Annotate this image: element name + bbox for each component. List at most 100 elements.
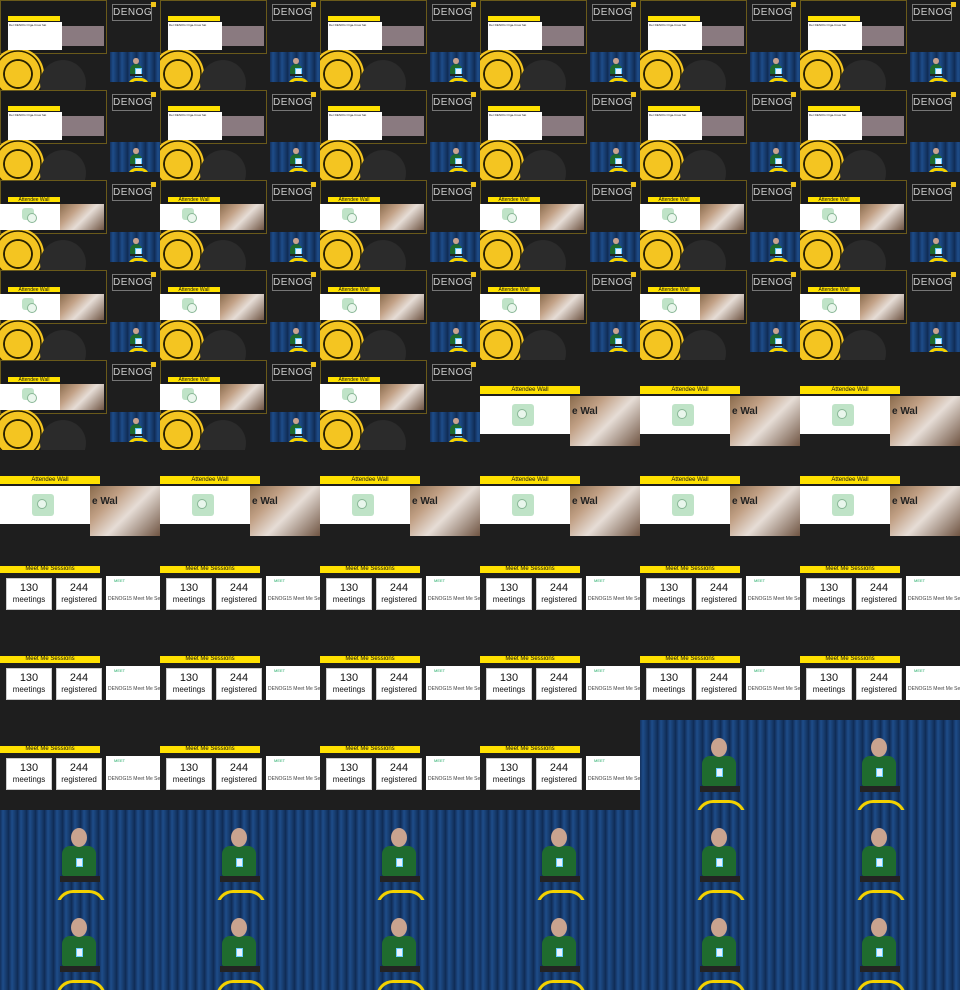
agenda-photo — [222, 26, 264, 46]
logo-badge — [151, 272, 156, 277]
agenda-title-bar — [488, 106, 540, 111]
thumbnail-attendee_split: DENOG Attendee Wall — [0, 270, 160, 360]
logo-badge — [151, 92, 156, 97]
agenda-text-card: Der DENOG Orga-Crew hat — [648, 112, 702, 140]
instax-camera — [352, 494, 374, 516]
attendee-wall-text: e Wal — [732, 406, 758, 417]
thumbnail-speaker — [0, 900, 160, 990]
meet-caption: DENOG15 Meet Me Sess — [588, 776, 640, 782]
agenda-title-bar — [8, 16, 60, 21]
attendee-wall-text: e Wal — [412, 496, 438, 507]
lectern — [289, 433, 303, 436]
speaker-video — [110, 412, 160, 442]
meet-screenshot: MEET DENOG15 Meet Me Sess — [426, 666, 480, 700]
meetings-count: 130 — [659, 582, 679, 594]
thumbnail-attendee_full: Attendee Wall e Wal — [320, 450, 480, 540]
hexball-graphic — [800, 228, 844, 270]
logo-badge — [631, 272, 636, 277]
registered-label: registered — [221, 685, 257, 694]
meet-screenshot: MEET DENOG15 Meet Me Sess — [106, 666, 160, 700]
instax-camera — [502, 298, 517, 313]
attendee-title-bar: Attendee Wall — [800, 476, 900, 484]
lectern — [129, 253, 143, 256]
logo-badge — [311, 362, 316, 367]
denog-logo: DENOG — [272, 184, 312, 201]
hexball-graphic — [320, 138, 364, 180]
registered-label: registered — [701, 595, 737, 604]
lectern — [540, 876, 580, 882]
lectern — [449, 433, 463, 436]
registered-count: 244 — [229, 672, 249, 684]
lectern — [289, 253, 303, 256]
meetings-card: 130 meetings — [806, 578, 852, 610]
meetings-label: meetings — [332, 595, 366, 604]
hexball-graphic — [520, 330, 566, 360]
stage-arc — [768, 258, 789, 262]
stage-arc — [288, 348, 309, 352]
hexball-graphic — [680, 240, 726, 270]
hexball-graphic — [160, 138, 204, 180]
attendee-title-bar: Attendee Wall — [0, 476, 100, 484]
attendee-title-bar: Attendee Wall — [328, 377, 380, 383]
thumbnail-agenda: DENOG Der DENOG Orga-Crew hat — [640, 0, 800, 90]
speaker-head — [871, 918, 887, 937]
speaker-video — [800, 900, 960, 990]
attendee-wall-text: e Wal — [572, 496, 598, 507]
speaker-video — [270, 412, 320, 442]
speaker-head — [933, 147, 939, 155]
agenda-photo — [862, 116, 904, 136]
speaker-video — [750, 52, 800, 82]
meetings-label: meetings — [492, 685, 526, 694]
thumbnail-speaker — [320, 900, 480, 990]
registered-card: 244 registered — [696, 578, 742, 610]
meetings-count: 130 — [339, 762, 359, 774]
hexball-graphic — [840, 330, 886, 360]
attendee-photo: e Wal — [410, 486, 480, 536]
hexball-graphic — [40, 150, 86, 180]
thumbnail-speaker — [800, 810, 960, 900]
hexball-graphic — [360, 60, 406, 90]
stage-arc — [448, 258, 469, 262]
lectern — [609, 253, 623, 256]
meet-title-bar: Meet Me Sessions — [320, 656, 420, 663]
hexball-graphic — [360, 330, 406, 360]
meetings-label: meetings — [652, 685, 686, 694]
lectern — [129, 163, 143, 166]
badge-lanyard — [716, 768, 723, 777]
stage-arc — [768, 348, 789, 352]
thumbnail-attendee_split: DENOG Attendee Wall — [480, 270, 640, 360]
speaker-head — [71, 828, 87, 847]
registered-count: 244 — [389, 762, 409, 774]
meet-brand: MEET — [274, 758, 286, 763]
instax-camera — [832, 404, 854, 426]
stage-arc — [128, 348, 149, 352]
meet-brand: MEET — [434, 578, 446, 583]
speaker-head — [231, 918, 247, 937]
registered-count: 244 — [69, 672, 89, 684]
logo-badge — [951, 182, 956, 187]
thumbnail-meet: Meet Me Sessions 130 meetings 244 registered… — [320, 720, 480, 810]
agenda-title-bar — [328, 16, 380, 21]
registered-card: 244 registered — [56, 758, 102, 790]
meetings-label: meetings — [172, 775, 206, 784]
meet-brand: MEET — [114, 668, 126, 673]
registered-label: registered — [381, 775, 417, 784]
agenda-title-bar — [808, 16, 860, 21]
speaker-head — [551, 918, 567, 937]
meet-screenshot: MEET DENOG15 Meet Me Sess — [746, 576, 800, 610]
stage-arc — [448, 348, 469, 352]
registered-card: 244 registered — [216, 668, 262, 700]
lectern — [609, 73, 623, 76]
registered-label: registered — [221, 595, 257, 604]
thumbnail-meet: Meet Me Sessions 130 meetings 244 registered… — [640, 630, 800, 720]
lectern — [540, 966, 580, 972]
stage-arc — [768, 78, 789, 82]
registered-card: 244 registered — [376, 578, 422, 610]
meet-title-bar: Meet Me Sessions — [480, 746, 580, 753]
lectern — [769, 163, 783, 166]
hexball-graphic — [480, 228, 524, 270]
registered-label: registered — [861, 685, 897, 694]
speaker-head — [871, 828, 887, 847]
meetings-label: meetings — [332, 775, 366, 784]
badge-lanyard — [236, 858, 243, 867]
